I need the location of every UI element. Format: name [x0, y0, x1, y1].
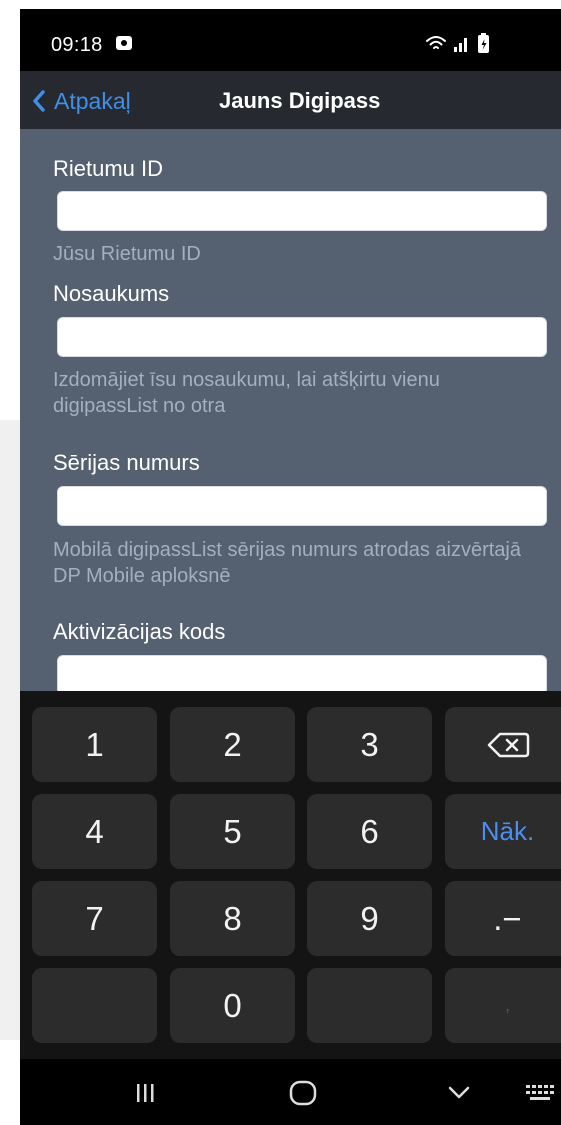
punctuation-key[interactable]: .−	[445, 881, 561, 956]
key-1[interactable]: 1	[32, 707, 157, 782]
home-button[interactable]	[283, 1075, 323, 1111]
numeric-keyboard: 1 2 3 4 5 6 Nāk. 7 8 9 .− 0 ,	[20, 691, 561, 1059]
hide-keyboard-button[interactable]	[439, 1075, 479, 1111]
keyboard-icon	[526, 1085, 554, 1100]
key-7[interactable]: 7	[32, 881, 157, 956]
signal-icon	[454, 38, 467, 52]
navigation-bar: Atpakaļ Jauns Digipass	[20, 71, 561, 129]
empty-key	[32, 968, 157, 1043]
recents-button[interactable]	[125, 1075, 165, 1111]
aktivizacijas-kods-input[interactable]	[57, 655, 547, 691]
empty-key	[307, 968, 432, 1043]
key-0[interactable]: 0	[170, 968, 295, 1043]
nosaukums-input[interactable]	[57, 317, 547, 357]
rietumu-id-hint: Jūsu Rietumu ID	[53, 243, 201, 265]
nosaukums-label: Nosaukums	[53, 281, 170, 306]
key-3[interactable]: 3	[307, 707, 432, 782]
page-title: Jauns Digipass	[219, 88, 381, 113]
system-navigation-bar	[20, 1059, 561, 1125]
wifi-icon	[426, 36, 446, 49]
back-button[interactable]: Atpakaļ	[32, 86, 131, 116]
recents-icon	[137, 1084, 154, 1102]
nosaukums-hint: Izdomājiet īsu nosaukumu, lai atšķirtu v…	[53, 369, 440, 417]
status-icons	[426, 33, 489, 53]
next-key[interactable]: Nāk.	[445, 794, 561, 869]
key-5[interactable]: 5	[170, 794, 295, 869]
rietumu-id-label: Rietumu ID	[53, 156, 164, 181]
key-8[interactable]: 8	[170, 881, 295, 956]
key-2[interactable]: 2	[170, 707, 295, 782]
serijas-numurs-hint: Mobilā digipassList sērijas numurs atrod…	[53, 539, 521, 587]
serijas-numurs-input[interactable]	[57, 486, 547, 526]
status-bar: 09:18	[20, 9, 561, 71]
digipass-form: Rietumu ID Jūsu Rietumu ID Nosaukums Izd…	[20, 129, 561, 691]
key-4[interactable]: 4	[32, 794, 157, 869]
serijas-numurs-label: Sērijas numurs	[53, 450, 200, 475]
key-9[interactable]: 9	[307, 881, 432, 956]
home-icon	[289, 1080, 317, 1106]
backspace-icon	[487, 732, 529, 757]
background-decoration	[0, 420, 20, 1040]
notification-icon	[116, 36, 132, 50]
phone-screen: 09:18 Atpakaļ Jauns Digipass Rietumu ID …	[20, 9, 561, 1125]
rietumu-id-input[interactable]	[57, 191, 547, 231]
aktivizacijas-kods-label: Aktivizācijas kods	[53, 619, 226, 644]
back-label: Atpakaļ	[54, 87, 131, 114]
chevron-down-icon	[448, 1086, 470, 1099]
keyboard-switch-button[interactable]	[521, 1075, 561, 1111]
status-time: 09:18	[51, 34, 103, 56]
backspace-key[interactable]	[445, 707, 561, 782]
chevron-left-icon	[33, 90, 45, 112]
key-6[interactable]: 6	[307, 794, 432, 869]
comma-key[interactable]: ,	[445, 968, 561, 1043]
battery-icon	[478, 33, 489, 53]
